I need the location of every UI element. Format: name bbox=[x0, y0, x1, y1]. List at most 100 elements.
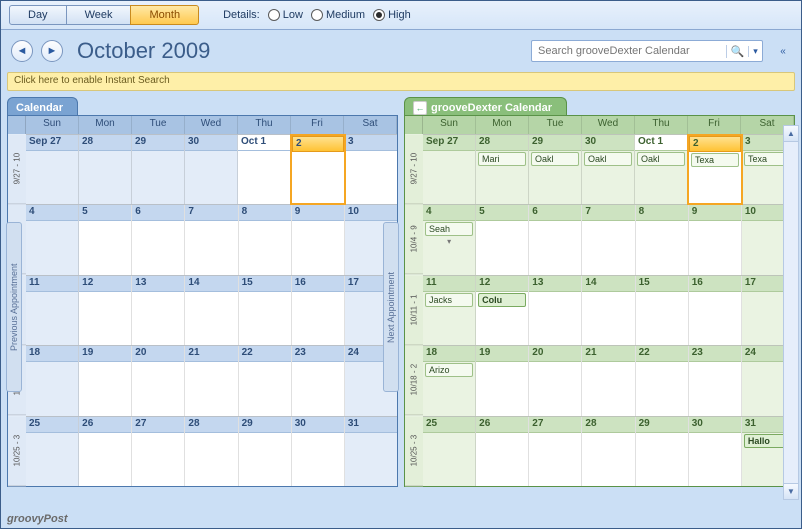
day-cell[interactable]: 16 bbox=[292, 276, 345, 345]
day-cell[interactable]: 12 bbox=[79, 276, 132, 345]
day-cell[interactable]: 27 bbox=[529, 417, 582, 486]
day-cell[interactable]: Oct 1Oakl bbox=[635, 135, 688, 204]
search-icon[interactable]: 🔍 bbox=[726, 45, 748, 58]
day-cell[interactable]: 25 bbox=[26, 417, 79, 486]
event-item[interactable]: Jacks bbox=[425, 293, 473, 307]
search-dropdown-icon[interactable]: ▾ bbox=[748, 46, 762, 57]
day-cell[interactable]: 23 bbox=[689, 346, 742, 415]
view-tab-week[interactable]: Week bbox=[66, 5, 132, 25]
week-label[interactable]: 10/18 - 2 bbox=[405, 345, 423, 415]
day-cell[interactable]: 20 bbox=[132, 346, 185, 415]
day-cell[interactable]: 3 bbox=[345, 135, 397, 204]
day-cell[interactable]: 18Arizo bbox=[423, 346, 476, 415]
day-cell[interactable]: 5 bbox=[476, 205, 529, 274]
collapse-chevron-icon[interactable]: « bbox=[775, 46, 791, 57]
day-cell[interactable]: 19 bbox=[79, 346, 132, 415]
week-label[interactable]: 9/27 - 10 bbox=[8, 134, 26, 204]
day-cell[interactable]: 6 bbox=[529, 205, 582, 274]
day-cell[interactable]: 15 bbox=[239, 276, 292, 345]
event-item[interactable]: Oakl bbox=[531, 152, 579, 166]
day-cell[interactable]: 31 bbox=[345, 417, 397, 486]
day-cell[interactable]: 21 bbox=[185, 346, 238, 415]
search-input[interactable] bbox=[532, 45, 726, 57]
day-cell[interactable]: 22 bbox=[239, 346, 292, 415]
day-cell[interactable]: 15 bbox=[636, 276, 689, 345]
event-item[interactable]: Colu bbox=[478, 293, 526, 307]
next-appointment-handle[interactable]: Next Appointment bbox=[383, 222, 399, 392]
day-cell[interactable]: 20 bbox=[529, 346, 582, 415]
details-radio-high[interactable]: High bbox=[373, 9, 411, 21]
day-cell[interactable]: 30 bbox=[292, 417, 345, 486]
more-events-icon[interactable]: ▾ bbox=[423, 237, 475, 246]
scroll-down-icon[interactable]: ▼ bbox=[784, 483, 798, 499]
day-cell[interactable]: 7 bbox=[582, 205, 635, 274]
day-cell[interactable]: 14 bbox=[582, 276, 635, 345]
day-cell[interactable]: Sep 27 bbox=[423, 135, 476, 204]
day-cell[interactable]: 14 bbox=[185, 276, 238, 345]
day-cell[interactable]: 30 bbox=[185, 135, 238, 204]
day-cell[interactable]: 8 bbox=[239, 205, 292, 274]
day-cell[interactable]: 21 bbox=[582, 346, 635, 415]
day-cell[interactable]: 6 bbox=[132, 205, 185, 274]
view-tab-day[interactable]: Day bbox=[9, 5, 67, 25]
event-item[interactable]: Arizo bbox=[425, 363, 473, 377]
day-cell[interactable]: 16 bbox=[689, 276, 742, 345]
day-cell[interactable]: 26 bbox=[476, 417, 529, 486]
day-cell[interactable]: 13 bbox=[132, 276, 185, 345]
vertical-scrollbar[interactable]: ▲ ▼ bbox=[783, 125, 799, 500]
next-month-button[interactable]: ► bbox=[41, 40, 63, 62]
day-cell[interactable]: 13 bbox=[529, 276, 582, 345]
day-cell[interactable]: 28 bbox=[185, 417, 238, 486]
week-label[interactable]: 9/27 - 10 bbox=[405, 134, 423, 204]
details-radio-medium[interactable]: Medium bbox=[311, 9, 365, 21]
day-cell[interactable]: 7 bbox=[185, 205, 238, 274]
day-cell[interactable]: 9 bbox=[292, 205, 345, 274]
calendar-tab[interactable]: Calendar bbox=[7, 97, 78, 115]
prev-month-button[interactable]: ◄ bbox=[11, 40, 33, 62]
search-box[interactable]: 🔍 ▾ bbox=[531, 40, 763, 62]
day-cell[interactable]: 4 bbox=[26, 205, 79, 274]
event-item[interactable]: Mari bbox=[478, 152, 526, 166]
day-cell[interactable]: 23 bbox=[292, 346, 345, 415]
day-cell[interactable]: Oct 1 bbox=[238, 135, 291, 204]
instant-search-bar[interactable]: Click here to enable Instant Search bbox=[7, 72, 795, 91]
calendar-tab[interactable]: ←grooveDexter Calendar bbox=[404, 97, 567, 115]
event-item[interactable]: Seah bbox=[425, 222, 473, 236]
day-cell[interactable]: 11Jacks bbox=[423, 276, 476, 345]
day-cell[interactable]: 11 bbox=[26, 276, 79, 345]
day-cell[interactable]: 28 bbox=[79, 135, 132, 204]
day-cell[interactable]: 28Mari bbox=[476, 135, 529, 204]
week-label[interactable]: 10/25 - 3 bbox=[8, 416, 26, 486]
week-label[interactable]: 10/11 - 1 bbox=[405, 275, 423, 345]
day-cell[interactable]: 29 bbox=[239, 417, 292, 486]
day-cell[interactable]: 2Texa bbox=[687, 134, 743, 205]
day-cell[interactable]: 12Colu bbox=[476, 276, 529, 345]
day-cell[interactable]: 29 bbox=[132, 135, 185, 204]
day-cell[interactable]: 26 bbox=[79, 417, 132, 486]
day-cell[interactable]: 5 bbox=[79, 205, 132, 274]
week-label[interactable]: 10/4 - 9 bbox=[405, 204, 423, 274]
day-cell[interactable]: 30Oakl bbox=[582, 135, 635, 204]
view-tab-month[interactable]: Month bbox=[130, 5, 199, 25]
week-label[interactable]: 10/25 - 3 bbox=[405, 416, 423, 486]
day-cell[interactable]: Sep 27 bbox=[26, 135, 79, 204]
day-cell[interactable]: 4Seah▾ bbox=[423, 205, 476, 274]
day-cell[interactable]: 9 bbox=[689, 205, 742, 274]
day-cell[interactable]: 28 bbox=[582, 417, 635, 486]
details-radio-low[interactable]: Low bbox=[268, 9, 303, 21]
day-cell[interactable]: 29 bbox=[636, 417, 689, 486]
day-cell[interactable]: 2 bbox=[290, 134, 346, 205]
scroll-up-icon[interactable]: ▲ bbox=[784, 126, 798, 142]
event-item[interactable]: Oakl bbox=[584, 152, 632, 166]
merge-arrow-icon[interactable]: ← bbox=[413, 101, 427, 115]
day-cell[interactable]: 29Oakl bbox=[529, 135, 582, 204]
day-cell[interactable]: 30 bbox=[689, 417, 742, 486]
day-cell[interactable]: 19 bbox=[476, 346, 529, 415]
day-cell[interactable]: 25 bbox=[423, 417, 476, 486]
event-item[interactable]: Oakl bbox=[637, 152, 685, 166]
day-cell[interactable]: 27 bbox=[132, 417, 185, 486]
event-item[interactable]: Texa bbox=[691, 153, 739, 167]
prev-appointment-handle[interactable]: Previous Appointment bbox=[6, 222, 22, 392]
day-cell[interactable]: 22 bbox=[636, 346, 689, 415]
day-cell[interactable]: 8 bbox=[636, 205, 689, 274]
